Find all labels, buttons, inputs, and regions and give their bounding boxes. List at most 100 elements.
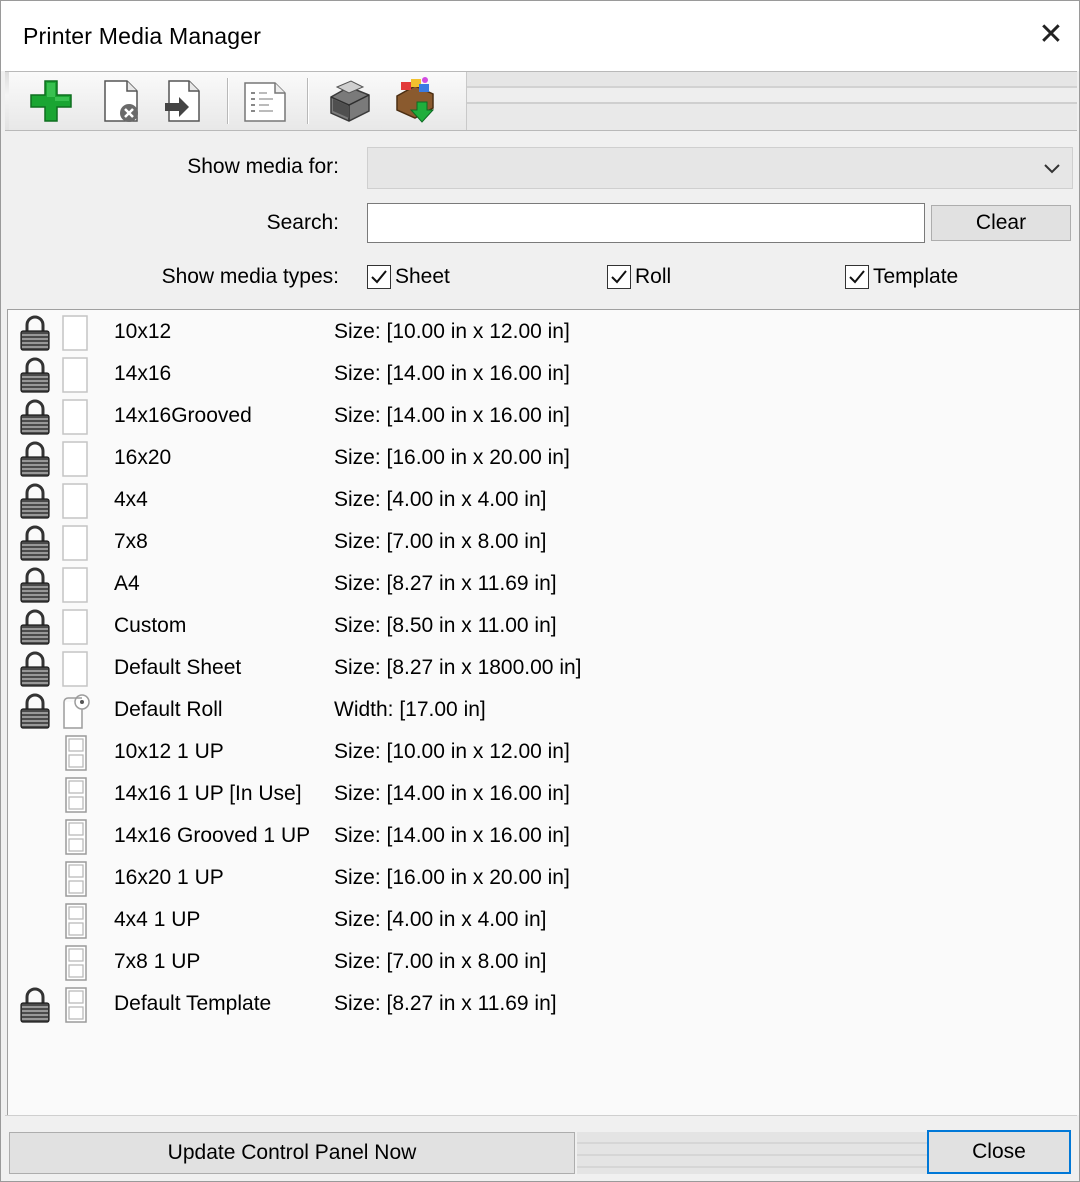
media-list-row[interactable]: Default Roll Width: [17.00 in]	[8, 690, 1074, 732]
media-list-row[interactable]: 14x16 Size: [14.00 in x 16.00 in]	[8, 354, 1074, 396]
clear-button[interactable]: Clear	[931, 205, 1071, 241]
media-size: Size: [8.50 in x 11.00 in]	[334, 614, 557, 637]
update-control-panel-button[interactable]: Update Control Panel Now	[9, 1132, 575, 1174]
sheet-icon	[62, 483, 88, 519]
media-size: Size: [4.00 in x 4.00 in]	[334, 908, 547, 931]
window-title: Printer Media Manager	[23, 23, 262, 49]
import-media-button[interactable]	[157, 76, 209, 126]
media-list-row[interactable]: 14x16Grooved Size: [14.00 in x 16.00 in]	[8, 396, 1074, 438]
sheet-icon	[62, 441, 88, 477]
media-size: Size: [10.00 in x 12.00 in]	[334, 740, 570, 763]
title-bar: Printer Media Manager ✕	[1, 1, 1079, 71]
media-size: Size: [8.27 in x 1800.00 in]	[334, 656, 582, 679]
template-checkbox[interactable]: Template	[845, 263, 958, 291]
media-size: Size: [16.00 in x 20.00 in]	[334, 446, 570, 469]
template-icon	[65, 903, 87, 939]
toolbar-separator	[307, 78, 309, 124]
roll-checkbox[interactable]: Roll	[607, 263, 671, 291]
media-size: Size: [14.00 in x 16.00 in]	[334, 782, 570, 805]
checkmark-icon	[849, 270, 865, 284]
media-list[interactable]: 10x12 Size: [10.00 in x 12.00 in] 14x16 Siz…	[7, 309, 1079, 1115]
media-list-row[interactable]: 7x8 Size: [7.00 in x 8.00 in]	[8, 522, 1074, 564]
media-list-row[interactable]: 4x4 1 UP Size: [4.00 in x 4.00 in]	[8, 900, 1074, 942]
sheet-icon	[62, 609, 88, 645]
template-icon	[65, 987, 87, 1023]
media-list-row[interactable]: 10x12 1 UP Size: [10.00 in x 12.00 in]	[8, 732, 1074, 774]
media-list-row[interactable]: 10x12 Size: [10.00 in x 12.00 in]	[8, 312, 1074, 354]
printer-settings-button[interactable]	[323, 76, 375, 126]
lock-icon	[20, 483, 50, 519]
checkbox-box	[367, 265, 391, 289]
import-media-icon	[165, 80, 200, 122]
sheet-icon	[62, 567, 88, 603]
media-list-row[interactable]: Default Sheet Size: [8.27 in x 1800.00 in…	[8, 648, 1074, 690]
template-icon	[65, 861, 87, 897]
media-properties-button[interactable]	[239, 76, 291, 126]
media-name: A4	[114, 572, 140, 595]
search-input[interactable]	[367, 203, 925, 243]
checkmark-icon	[611, 270, 627, 284]
template-icon	[65, 777, 87, 813]
checkbox-box	[845, 265, 869, 289]
close-button[interactable]: Close	[927, 1130, 1071, 1174]
media-size: Size: [7.00 in x 8.00 in]	[334, 950, 547, 973]
lock-icon	[20, 399, 50, 435]
toolbar-separator	[227, 78, 229, 124]
sheet-checkbox-label: Sheet	[395, 265, 450, 288]
show-media-for-label: Show media for:	[187, 155, 339, 178]
checkmark-icon	[371, 270, 387, 284]
media-list-row[interactable]: Default Template Size: [8.27 in x 11.69 i…	[8, 984, 1074, 1026]
media-name: Custom	[114, 614, 187, 637]
printer-settings-icon	[330, 80, 370, 122]
media-size: Size: [4.00 in x 4.00 in]	[334, 488, 547, 511]
media-size: Size: [16.00 in x 20.00 in]	[334, 866, 570, 889]
download-icon	[396, 77, 435, 123]
toolbar-filler	[467, 72, 1077, 130]
media-size: Size: [8.27 in x 11.69 in]	[334, 572, 557, 595]
sheet-icon	[62, 315, 88, 351]
media-name: 7x8	[114, 530, 148, 553]
template-checkbox-label: Template	[873, 265, 959, 288]
download-media-button[interactable]	[389, 76, 441, 126]
media-list-row[interactable]: 16x20 Size: [16.00 in x 20.00 in]	[8, 438, 1074, 480]
lock-icon	[20, 357, 50, 393]
sheet-icon	[62, 525, 88, 561]
lock-icon	[20, 651, 50, 687]
template-icon	[65, 945, 87, 981]
media-list-row[interactable]: Custom Size: [8.50 in x 11.00 in]	[8, 606, 1074, 648]
delete-media-icon	[104, 80, 138, 122]
bottom-bar: Update Control Panel Now Close	[5, 1115, 1077, 1181]
lock-icon	[20, 567, 50, 603]
printer-media-manager-window: Printer Media Manager ✕ Show media for: …	[0, 0, 1080, 1182]
media-name: 14x16 Grooved 1 UP	[114, 824, 311, 847]
properties-icon	[244, 82, 286, 122]
add-icon	[30, 80, 72, 122]
lock-icon	[20, 693, 50, 729]
media-list-row[interactable]: A4 Size: [8.27 in x 11.69 in]	[8, 564, 1074, 606]
media-list-row[interactable]: 14x16 Grooved 1 UP Size: [14.00 in x 16.0…	[8, 816, 1074, 858]
media-list-row[interactable]: 4x4 Size: [4.00 in x 4.00 in]	[8, 480, 1074, 522]
roll-checkbox-label: Roll	[635, 265, 672, 288]
bottom-filler	[577, 1132, 927, 1174]
media-name: 14x16	[114, 362, 172, 385]
lock-icon	[20, 987, 50, 1023]
delete-media-button[interactable]	[95, 76, 147, 126]
window-close-icon[interactable]: ✕	[1031, 15, 1071, 55]
media-size: Size: [8.27 in x 11.69 in]	[334, 992, 557, 1015]
media-name: 4x4 1 UP	[114, 908, 201, 931]
media-list-row[interactable]: 14x16 1 UP [In Use] Size: [14.00 in x 16.…	[8, 774, 1074, 816]
media-list-row[interactable]: 7x8 1 UP Size: [7.00 in x 8.00 in]	[8, 942, 1074, 984]
lock-icon	[20, 315, 50, 351]
media-name: 7x8 1 UP	[114, 950, 201, 973]
search-label: Search:	[266, 211, 339, 234]
toolbar	[5, 71, 1077, 131]
roll-icon	[63, 694, 90, 729]
media-name: 14x16 1 UP [In Use]	[114, 782, 302, 805]
sheet-checkbox[interactable]: Sheet	[367, 263, 450, 291]
template-icon	[65, 735, 87, 771]
media-list-row[interactable]: 16x20 1 UP Size: [16.00 in x 20.00 in]	[8, 858, 1074, 900]
add-media-button[interactable]	[25, 76, 77, 126]
media-name: Default Template	[114, 992, 272, 1015]
media-size: Size: [10.00 in x 12.00 in]	[334, 320, 570, 343]
show-media-for-dropdown[interactable]	[367, 147, 1073, 189]
